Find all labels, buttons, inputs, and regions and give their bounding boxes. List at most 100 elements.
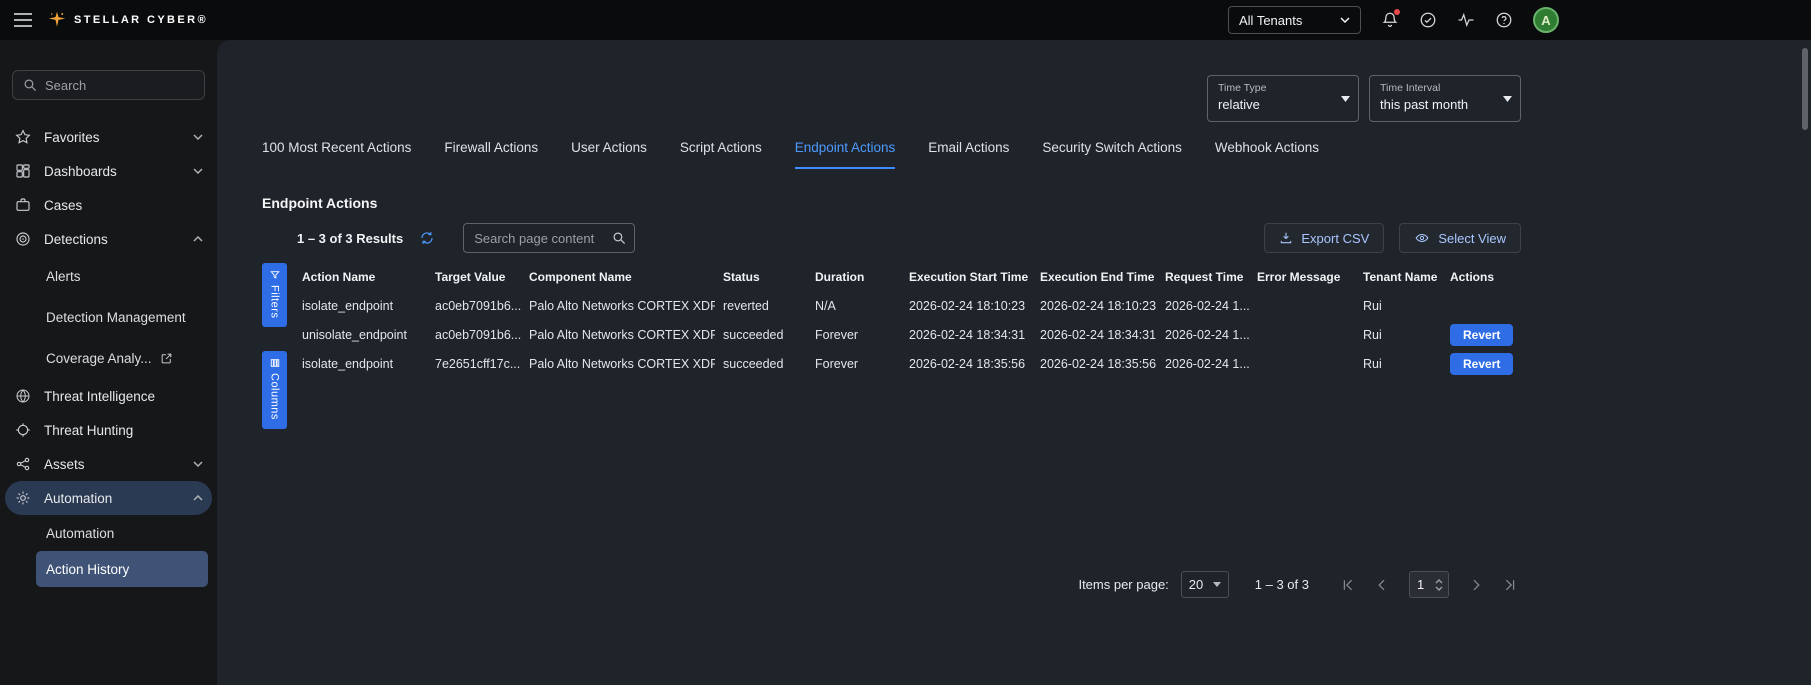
- sidebar-item-coverage-analysis[interactable]: Coverage Analy...: [0, 338, 217, 379]
- tab-endpoint-actions[interactable]: Endpoint Actions: [795, 140, 896, 169]
- results-count: 1 – 3 of 3 Results: [297, 231, 403, 246]
- sidebar-item-alerts[interactable]: Alerts: [0, 256, 217, 297]
- column-header[interactable]: Execution End Time: [1032, 270, 1157, 284]
- sidebar-item-dashboards[interactable]: Dashboards: [0, 154, 217, 188]
- columns-icon: [270, 358, 280, 368]
- sidebar-item-detections[interactable]: Detections: [0, 222, 217, 256]
- cell-status: succeeded: [715, 357, 807, 371]
- table-row[interactable]: unisolate_endpoint ac0eb7091b6... Palo A…: [294, 320, 1527, 349]
- page-title: Endpoint Actions: [262, 195, 1521, 211]
- select-view-label: Select View: [1438, 231, 1506, 246]
- cell-duration: Forever: [807, 357, 901, 371]
- column-header[interactable]: Error Message: [1249, 270, 1355, 284]
- page-number-input[interactable]: [1409, 571, 1449, 598]
- sidebar-item-cases[interactable]: Cases: [0, 188, 217, 222]
- sidebar-item-assets[interactable]: Assets: [0, 447, 217, 481]
- first-page-button[interactable]: [1337, 577, 1359, 593]
- sidebar-search[interactable]: [12, 70, 205, 100]
- table-row[interactable]: isolate_endpoint ac0eb7091b6... Palo Alt…: [294, 291, 1527, 320]
- sidebar-item-label: Threat Intelligence: [44, 389, 155, 404]
- page-search-input[interactable]: [474, 231, 606, 246]
- column-header[interactable]: Execution Start Time: [901, 270, 1032, 284]
- cell-execution-start-time: 2026-02-24 18:10:23: [901, 299, 1032, 313]
- tab-email-actions[interactable]: Email Actions: [928, 140, 1009, 169]
- column-header[interactable]: Action Name: [294, 270, 427, 284]
- tab-script-actions[interactable]: Script Actions: [680, 140, 762, 169]
- user-avatar[interactable]: A: [1533, 7, 1559, 33]
- cell-execution-start-time: 2026-02-24 18:35:56: [901, 357, 1032, 371]
- table-row[interactable]: isolate_endpoint 7e2651cff17c... Palo Al…: [294, 349, 1527, 378]
- dashboards-icon: [14, 163, 32, 179]
- chevron-down-icon: [193, 134, 203, 140]
- tab-user-actions[interactable]: User Actions: [571, 140, 647, 169]
- cell-action-name: unisolate_endpoint: [294, 328, 427, 342]
- column-header[interactable]: Status: [715, 270, 807, 284]
- page-stepper[interactable]: [1435, 579, 1443, 591]
- topbar-actions: All Tenants A: [1228, 6, 1559, 34]
- approvals-check-icon[interactable]: [1419, 11, 1437, 29]
- system-activity-icon[interactable]: [1457, 11, 1475, 29]
- sidebar-item-threat-intelligence[interactable]: Threat Intelligence: [0, 379, 217, 413]
- menu-icon[interactable]: [14, 13, 32, 27]
- tenant-selector[interactable]: All Tenants: [1228, 6, 1361, 34]
- column-header[interactable]: Tenant Name: [1355, 270, 1442, 284]
- tab-webhook-actions[interactable]: Webhook Actions: [1215, 140, 1319, 169]
- previous-page-button[interactable]: [1371, 577, 1393, 593]
- scrollbar-thumb[interactable]: [1802, 48, 1808, 130]
- select-view-button[interactable]: Select View: [1399, 223, 1521, 253]
- export-csv-button[interactable]: Export CSV: [1264, 223, 1384, 253]
- column-header[interactable]: Actions: [1442, 270, 1527, 284]
- sidebar-item-detection-management[interactable]: Detection Management: [0, 297, 217, 338]
- revert-button[interactable]: Revert: [1450, 324, 1513, 346]
- column-header[interactable]: Request Time: [1157, 270, 1249, 284]
- next-page-button[interactable]: [1465, 577, 1487, 593]
- items-per-page-select[interactable]: 20: [1181, 571, 1229, 598]
- cell-execution-end-time: 2026-02-24 18:10:23: [1032, 299, 1157, 313]
- sidebar-item-automation-sub[interactable]: Automation: [0, 515, 217, 551]
- column-header[interactable]: Duration: [807, 270, 901, 284]
- avatar-initial: A: [1541, 13, 1550, 28]
- search-icon: [612, 231, 626, 245]
- detections-radar-icon: [14, 231, 32, 247]
- columns-panel-button[interactable]: Columns: [262, 351, 287, 429]
- cell-status: reverted: [715, 299, 807, 313]
- sidebar-item-label: Automation: [46, 526, 114, 541]
- table-header-row: Action Name Target Value Component Name …: [294, 263, 1527, 291]
- tab-100-most-recent-actions[interactable]: 100 Most Recent Actions: [262, 140, 411, 169]
- chevron-down-icon: [193, 461, 203, 467]
- sidebar-item-label: Assets: [44, 457, 85, 472]
- columns-panel-label: Columns: [269, 373, 281, 420]
- sidebar-search-input[interactable]: [45, 78, 194, 93]
- chevron-up-icon: [193, 495, 203, 501]
- last-page-button[interactable]: [1499, 577, 1521, 593]
- sidebar-item-label: Coverage Analy...: [46, 351, 152, 366]
- cell-request-time: 2026-02-24 1...: [1157, 299, 1249, 313]
- tab-bar: 100 Most Recent Actions Firewall Actions…: [262, 140, 1521, 169]
- tab-firewall-actions[interactable]: Firewall Actions: [444, 140, 538, 169]
- time-interval-select[interactable]: Time Interval this past month: [1369, 75, 1521, 122]
- page-search[interactable]: [463, 223, 635, 253]
- sidebar-item-label: Automation: [44, 491, 112, 506]
- export-csv-label: Export CSV: [1301, 231, 1369, 246]
- revert-button[interactable]: Revert: [1450, 353, 1513, 375]
- sidebar-item-label: Detection Management: [46, 310, 186, 325]
- sidebar-item-favorites[interactable]: Favorites: [0, 120, 217, 154]
- sidebar-item-action-history[interactable]: Action History: [36, 551, 208, 587]
- column-header[interactable]: Target Value: [427, 270, 521, 284]
- filters-panel-button[interactable]: Filters: [262, 263, 287, 327]
- notifications-bell-icon[interactable]: [1381, 11, 1399, 29]
- pagination-range: 1 – 3 of 3: [1255, 577, 1309, 592]
- sidebar-item-automation[interactable]: Automation: [5, 481, 212, 515]
- time-type-select[interactable]: Time Type relative: [1207, 75, 1359, 122]
- cell-component-name: Palo Alto Networks CORTEX XDR: [521, 299, 715, 313]
- column-header[interactable]: Component Name: [521, 270, 715, 284]
- caret-down-icon: [1503, 96, 1512, 102]
- sidebar-item-label: Detections: [44, 232, 108, 247]
- sidebar-item-threat-hunting[interactable]: Threat Hunting: [0, 413, 217, 447]
- help-icon[interactable]: [1495, 11, 1513, 29]
- page-number-field[interactable]: [1417, 577, 1435, 592]
- refresh-icon[interactable]: [419, 230, 435, 246]
- tab-security-switch-actions[interactable]: Security Switch Actions: [1042, 140, 1182, 169]
- eye-icon: [1414, 231, 1430, 245]
- pagination: Items per page: 20 1 – 3 of 3: [262, 571, 1521, 598]
